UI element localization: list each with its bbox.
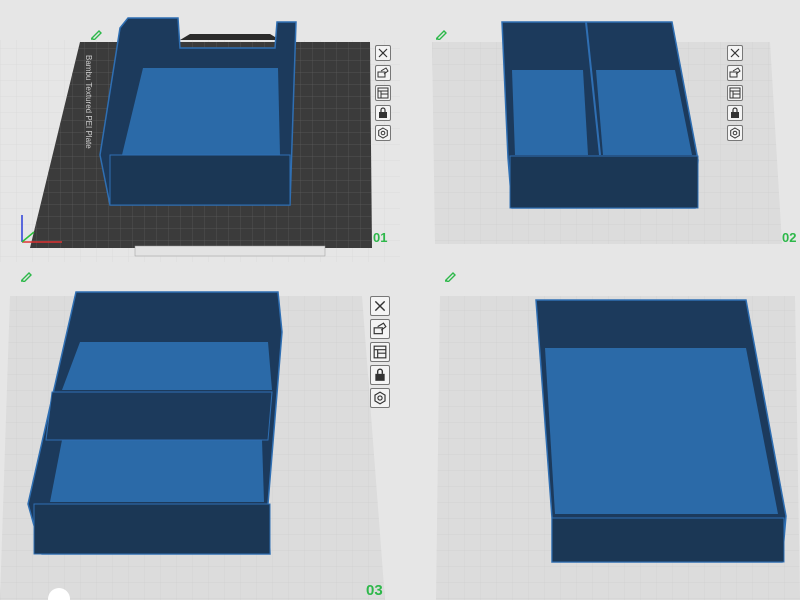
- layout-icon: [377, 87, 389, 99]
- layout-button[interactable]: [370, 342, 390, 362]
- edit-name-icon[interactable]: [20, 272, 34, 282]
- close-button[interactable]: [370, 296, 390, 316]
- plate-front-tab: [134, 245, 326, 257]
- close-icon: [378, 48, 388, 58]
- layout-icon: [729, 87, 741, 99]
- plate-02-viewport[interactable]: 02: [400, 0, 800, 262]
- lock-icon: [731, 107, 739, 118]
- close-icon: [374, 300, 386, 312]
- settings-button[interactable]: [370, 388, 390, 408]
- model-floor: [122, 68, 280, 155]
- settings-button[interactable]: [727, 125, 743, 141]
- arrange-button[interactable]: [370, 319, 390, 339]
- settings-icon: [374, 391, 386, 405]
- edit-name-icon[interactable]: [435, 30, 449, 40]
- plate-01-viewport[interactable]: Bambu Textured PEI Plate 01: [0, 0, 400, 262]
- plate-number: 01: [373, 230, 388, 245]
- layout-button[interactable]: [727, 85, 743, 101]
- plate-toolbar: [375, 45, 391, 141]
- arrange-icon: [729, 67, 741, 78]
- close-button[interactable]: [375, 45, 391, 61]
- plate-number: 02: [782, 230, 797, 245]
- settings-icon: [730, 127, 740, 139]
- lock-icon: [379, 107, 387, 118]
- layout-button[interactable]: [375, 85, 391, 101]
- plate-number: 03: [366, 582, 383, 599]
- arrange-button[interactable]: [375, 65, 391, 81]
- bed-label: Bambu Textured PEI Plate: [84, 55, 93, 149]
- lock-button[interactable]: [375, 105, 391, 121]
- model-floor-left: [512, 70, 588, 155]
- close-button[interactable]: [727, 45, 743, 61]
- arrange-icon: [373, 322, 387, 335]
- edit-name-icon[interactable]: [90, 30, 104, 40]
- settings-button[interactable]: [375, 125, 391, 141]
- layout-icon: [373, 345, 387, 359]
- model-floor: [545, 348, 778, 514]
- plate-toolbar: [727, 45, 743, 141]
- lock-icon: [375, 368, 385, 381]
- plate-03-scene: [0, 291, 385, 600]
- plate-toolbar: [370, 296, 390, 408]
- settings-icon: [378, 127, 388, 139]
- plate-04-scene: [436, 296, 800, 600]
- plate-04-viewport[interactable]: [400, 262, 800, 600]
- plate-01-scene: [0, 17, 400, 262]
- arrange-button[interactable]: [727, 65, 743, 81]
- plate-03-viewport[interactable]: 03: [0, 262, 400, 600]
- model-floor-top: [62, 342, 272, 390]
- lock-button[interactable]: [370, 365, 390, 385]
- arrange-icon: [377, 67, 389, 78]
- edit-name-icon[interactable]: [444, 272, 458, 282]
- close-icon: [730, 48, 740, 58]
- model-floor-bottom: [50, 440, 264, 502]
- lock-button[interactable]: [727, 105, 743, 121]
